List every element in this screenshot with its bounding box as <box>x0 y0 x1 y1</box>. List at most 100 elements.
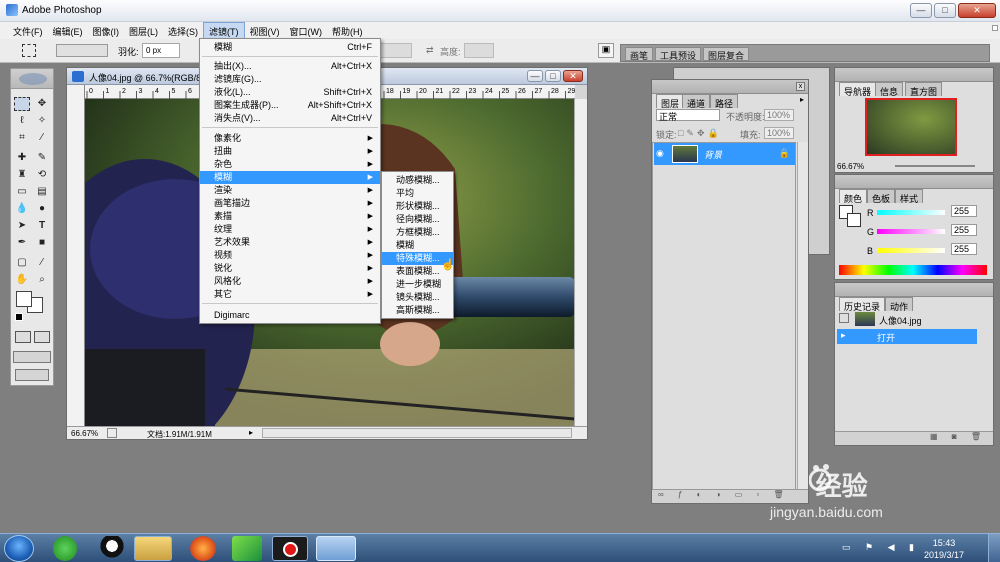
layers-panel-header[interactable]: x <box>652 80 808 94</box>
doc-minimize-button[interactable]: — <box>527 70 543 82</box>
maximize-button[interactable]: □ <box>934 3 956 18</box>
color-panel-header[interactable] <box>835 175 993 189</box>
tab-info[interactable]: 信息 <box>875 82 904 97</box>
filter-menu-item[interactable]: 模糊 ▶ <box>200 171 380 184</box>
menu-edit[interactable]: 编辑(E) <box>48 22 88 39</box>
layer-name[interactable]: 背景 <box>704 148 722 161</box>
taskbar-media-icon[interactable] <box>232 536 262 561</box>
tab-navigator[interactable]: 导航器 <box>839 82 877 97</box>
path-select-icon[interactable]: ➤ <box>14 219 30 233</box>
hand-tool-icon[interactable]: ✋ <box>14 273 30 287</box>
menu-view[interactable]: 视图(V) <box>245 22 285 39</box>
document-vertical-scrollbar[interactable] <box>574 99 587 427</box>
filter-menu-item[interactable]: 其它 ▶ <box>200 288 380 301</box>
filter-menu-item[interactable]: 图案生成器(P)... Alt+Shift+Ctrl+X <box>200 99 380 112</box>
taskbar-firefox-icon[interactable] <box>190 536 216 561</box>
swap-icon[interactable]: ⇄ <box>426 45 434 56</box>
move-tool-icon[interactable]: ✥ <box>34 97 50 111</box>
tab-layers[interactable]: 图层 <box>656 94 685 109</box>
blur-submenu-item[interactable]: 模糊 <box>382 239 453 252</box>
lock-icons[interactable]: □✎✥🔒 <box>678 128 722 139</box>
marquee-tool-icon[interactable] <box>14 97 30 111</box>
filter-menu-item[interactable]: 抽出(X)... Alt+Ctrl+X <box>200 60 380 73</box>
menu-filter[interactable]: 滤镜(T) <box>203 22 245 39</box>
brush-tool-icon[interactable]: ✎ <box>34 151 50 165</box>
layers-footer-buttons[interactable]: ∞ ƒ ◐ ◑ ▭ ▫ 🗑 <box>652 489 808 503</box>
filter-menu-item[interactable]: Digimarc <box>200 309 380 322</box>
show-desktop-button[interactable] <box>988 534 1000 562</box>
doc-maximize-button[interactable]: □ <box>545 70 561 82</box>
tab-history[interactable]: 历史记录 <box>839 297 886 312</box>
filter-menu-item[interactable]: 渲染 ▶ <box>200 184 380 197</box>
tab-styles[interactable]: 样式 <box>895 189 924 204</box>
default-colors-icon[interactable] <box>15 313 23 321</box>
navigator-panel-header[interactable] <box>835 68 993 82</box>
taskbar-explorer-icon[interactable] <box>134 536 172 561</box>
file-browser-icon[interactable]: ▣ <box>598 43 614 58</box>
tab-paths[interactable]: 路径 <box>710 94 739 109</box>
tab-histogram[interactable]: 直方图 <box>905 82 943 97</box>
taskbar-qq-icon[interactable] <box>100 536 124 561</box>
blur-submenu-item[interactable]: 形状模糊... <box>382 200 453 213</box>
taskbar-360-icon[interactable] <box>53 536 77 561</box>
channel-b-value[interactable]: 255 <box>951 243 977 255</box>
history-panel-header[interactable] <box>835 283 993 297</box>
well-tab-brushes[interactable]: 画笔 <box>625 47 654 61</box>
menu-image[interactable]: 图像(I) <box>88 22 125 39</box>
filter-menu-item[interactable]: 消失点(V)... Alt+Ctrl+V <box>200 112 380 125</box>
minimize-button[interactable]: — <box>910 3 932 18</box>
menu-help[interactable]: 帮助(H) <box>327 22 368 39</box>
tray-icons[interactable]: ▭ ⚑ ◀ ▮ <box>842 542 920 553</box>
channel-r-slider[interactable] <box>877 210 945 215</box>
blur-submenu-item[interactable]: 动感模糊... <box>382 174 453 187</box>
opacity-input[interactable]: 100% <box>764 109 794 121</box>
color-bg-swatch[interactable] <box>847 213 861 227</box>
selection-mode-buttons[interactable] <box>56 44 108 57</box>
jump-to-imageready-icon[interactable] <box>15 369 49 381</box>
filter-menu-item[interactable]: 像素化 ▶ <box>200 132 380 145</box>
notes-tool-icon[interactable]: ▢ <box>14 256 30 270</box>
close-button[interactable]: ✕ <box>958 3 996 18</box>
blur-submenu-item[interactable]: 镜头模糊... <box>382 291 453 304</box>
start-button[interactable] <box>4 535 34 562</box>
menu-window[interactable]: 窗口(W) <box>285 22 328 39</box>
clone-stamp-icon[interactable]: ♜ <box>14 168 30 182</box>
history-brush-icon[interactable]: ⟲ <box>34 168 50 182</box>
channel-b-slider[interactable] <box>877 248 945 253</box>
history-footer-buttons[interactable]: ▦ ◙ 🗑 <box>835 431 993 445</box>
filter-menu-item[interactable]: 纹理 ▶ <box>200 223 380 236</box>
layers-panel-menu-icon[interactable]: ▸ <box>800 95 804 104</box>
fill-input[interactable]: 100% <box>764 127 794 139</box>
navigator-thumbnail[interactable] <box>865 98 957 156</box>
blur-submenu-item[interactable]: 平均 <box>382 187 453 200</box>
lasso-tool-icon[interactable]: ℓ <box>14 114 30 128</box>
healing-brush-icon[interactable]: ✚ <box>14 151 30 165</box>
well-tab-tool-presets[interactable]: 工具预设 <box>655 47 702 61</box>
menu-select[interactable]: 选择(S) <box>163 22 203 39</box>
blur-submenu-item[interactable]: 方框模糊... <box>382 226 453 239</box>
eraser-tool-icon[interactable]: ▭ <box>14 185 30 199</box>
menu-file[interactable]: 文件(F) <box>8 22 48 39</box>
layer-row-background[interactable]: ◉ 背景 🔒 <box>654 143 796 165</box>
taskbar-recorder-icon[interactable] <box>272 536 308 561</box>
feather-input[interactable]: 0 px <box>142 43 180 58</box>
type-tool-icon[interactable]: T <box>34 219 50 233</box>
marquee-preset-icon[interactable] <box>22 44 36 57</box>
doc-close-button[interactable]: ✕ <box>563 70 583 82</box>
tab-color[interactable]: 颜色 <box>839 189 868 204</box>
zoom-tool-icon[interactable]: ⌕ <box>34 273 50 287</box>
filter-menu-item[interactable]: 艺术效果 ▶ <box>200 236 380 249</box>
blur-submenu-item[interactable]: 径向模糊... <box>382 213 453 226</box>
blend-mode-select[interactable]: 正常 <box>656 109 720 122</box>
layers-panel-close-icon[interactable]: x <box>796 82 805 91</box>
tab-swatches[interactable]: 色板 <box>867 189 896 204</box>
toolbox-header[interactable] <box>11 69 53 89</box>
history-snapshot-row[interactable]: 人像04.jpg <box>837 311 977 327</box>
filter-menu-item[interactable]: 素描 ▶ <box>200 210 380 223</box>
quick-mask-icon[interactable] <box>34 331 50 343</box>
taskbar-photoshop-icon[interactable] <box>316 536 356 561</box>
navigator-zoom-slider[interactable] <box>895 165 975 167</box>
filter-menu-item[interactable]: 模糊 Ctrl+F <box>200 41 380 54</box>
color-spectrum-bar[interactable] <box>839 265 987 275</box>
pen-tool-icon[interactable]: ✒ <box>14 236 30 250</box>
